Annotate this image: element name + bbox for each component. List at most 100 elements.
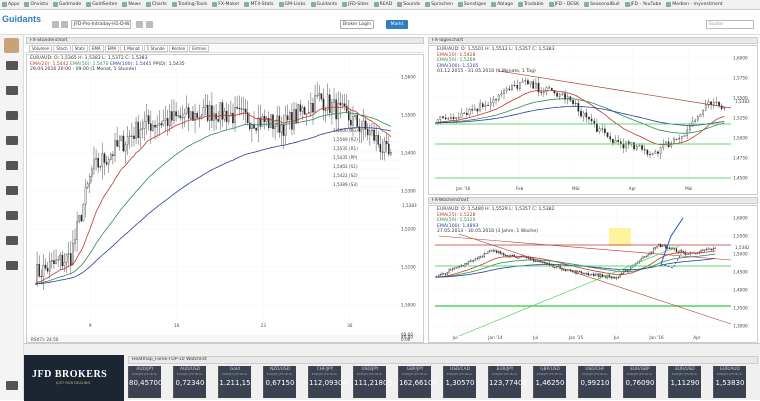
bookmark-item[interactable]: Sprachen — [425, 2, 453, 7]
list-icon[interactable] — [6, 186, 18, 195]
candle-body — [607, 275, 609, 278]
home-icon[interactable] — [52, 21, 59, 28]
toolbar-button[interactable]: EMA — [88, 45, 104, 52]
candle-body — [572, 100, 574, 104]
toolbar-button[interactable]: Kerzen — [168, 45, 189, 52]
candle-body — [471, 260, 473, 262]
ticker-tile[interactable]: USD/CHF EUR/JPY JFD Brok. 0,99210 — [578, 366, 611, 398]
folder-open-icon[interactable] — [6, 261, 18, 270]
candle-body — [554, 266, 556, 268]
candle-body — [686, 129, 689, 136]
candle-body — [485, 253, 487, 254]
bookmark-item[interactable]: News — [122, 2, 141, 7]
ticker-tile[interactable]: EUR/AUD EUR/JPY JFD Brok. 1,53830 — [713, 366, 746, 398]
candle-body — [651, 153, 654, 156]
candle-body — [501, 253, 503, 255]
globe-icon[interactable] — [6, 136, 18, 145]
toolbar-button[interactable]: Entries — [189, 45, 210, 52]
ticker-tile[interactable]: EUR/JPY EUR/JPY JFD Brok. 123,77400 — [488, 366, 527, 398]
bookmark-item[interactable]: SeasonalBull — [584, 2, 620, 7]
cart-icon[interactable] — [6, 111, 18, 120]
hourly-panel-title: FX-Stundenchart — [26, 37, 424, 44]
ticker-tile[interactable]: GBP/JPY EUR/JPY JFD Brok. 162,66100 — [398, 366, 437, 398]
bookmark-item[interactable]: Apps — [2, 2, 19, 7]
ticker-source: EUR/JPY JFD Brok. — [446, 372, 474, 376]
bookmark-icon — [145, 2, 151, 7]
search-input[interactable]: Suche — [706, 20, 754, 29]
candle-body — [48, 261, 51, 272]
add-icon[interactable] — [136, 21, 143, 28]
broker-login-button[interactable]: Broker Login — [340, 20, 374, 29]
back-icon[interactable] — [61, 21, 68, 28]
bookmark-item[interactable]: GoldSeiten — [86, 2, 117, 7]
ticker-tile[interactable]: AUD/JPY EUR/JPY JFD Brok. 80,45700 — [128, 366, 162, 398]
pivot-label: 1,5600 (R3) — [333, 128, 358, 133]
candle-body — [598, 273, 600, 278]
candle-body — [710, 101, 712, 105]
ticker-source: EUR/JPY JFD Brok. — [671, 372, 699, 376]
candle-body — [446, 272, 448, 275]
bookmark-item[interactable]: GM-Links — [278, 2, 306, 7]
candle-body — [663, 245, 665, 247]
ticker-tile[interactable]: USD/JPY EUR/JPY JFD Brok. 111,21800 — [353, 366, 392, 398]
hourly-chart[interactable]: 1,5600 1,5500 1,5400 1,5300 1,5200 1,5100 1,50… — [26, 54, 424, 343]
ticker-tile[interactable]: USD/CAD EUR/JPY JFD Brok. 1,30570 — [443, 366, 476, 398]
ticker-price: 1,30570 — [445, 379, 475, 387]
ticker-tile[interactable]: GBP/USD EUR/JPY JFD Brok. 1,46250 — [533, 366, 566, 398]
bookmark-item[interactable]: Ablage — [491, 2, 513, 7]
toolbar-button[interactable]: EMA — [104, 45, 120, 52]
bookmark-item[interactable]: Sonstiges — [457, 2, 486, 7]
bookmark-item[interactable]: FX-Maker — [212, 2, 239, 7]
toolbar-button[interactable]: 1 Monat — [120, 45, 143, 52]
workspace-select[interactable]: JFD-Pro-Intraday-H1-D-W — [71, 20, 131, 29]
bookmark-icon — [491, 2, 497, 7]
ticker-tile[interactable]: Gold EUR/JPY JFD Brok. 1.211,15 — [218, 366, 251, 398]
bookmark-item[interactable]: Godmode — [52, 2, 81, 7]
avatar[interactable] — [4, 38, 19, 53]
bookmark-item[interactable]: JFD-Sites — [342, 2, 369, 7]
ticker-tile[interactable]: NZD/USD EUR/JPY JFD Brok. 0,67150 — [263, 366, 296, 398]
bookmark-item[interactable]: Tradable — [518, 2, 544, 7]
ticker-tile[interactable]: EUR/USD EUR/JPY JFD Brok. 1,11290 — [668, 366, 701, 398]
candle-body — [638, 145, 641, 147]
bookmark-item[interactable]: JFD - YouTube — [624, 2, 661, 7]
bookmark-item[interactable]: JFD - DESK — [548, 2, 579, 7]
ticker-tile[interactable]: CHF/JPY EUR/JPY JFD Brok. 112,09300 — [308, 366, 347, 398]
bookmark-icon — [457, 2, 463, 7]
app-header: Guidants JFD-Pro-Intraday-H1-D-W Broker … — [0, 10, 760, 35]
candle-body — [647, 254, 649, 257]
bookmark-item[interactable]: MT4-Stats — [244, 2, 274, 7]
toolbar-button[interactable]: Stoch — [53, 45, 71, 52]
toolbar-button[interactable]: 1 Stunde — [143, 45, 168, 52]
bookmark-item[interactable]: Onvista — [24, 2, 48, 7]
candle-body — [466, 263, 468, 265]
bookmark-item[interactable]: Trading-Tools — [171, 2, 207, 7]
toolbar-button[interactable]: Stats — [71, 45, 88, 52]
candle-body — [561, 268, 563, 270]
bookmark-item[interactable]: Charts — [145, 2, 167, 7]
folder-icon[interactable] — [6, 236, 18, 245]
candle-body — [249, 122, 251, 130]
toolbar-button[interactable]: Volumen — [29, 45, 53, 52]
help-icon[interactable] — [6, 381, 18, 390]
news-icon[interactable] — [6, 161, 18, 170]
candle-body — [181, 117, 184, 119]
candle-body — [51, 260, 53, 262]
candle-body — [681, 136, 683, 139]
candle-body — [354, 114, 356, 117]
person-icon[interactable] — [6, 86, 18, 95]
trend-channel-line — [458, 233, 732, 325]
bell-icon[interactable] — [6, 211, 18, 220]
market-button[interactable]: Markt — [386, 20, 408, 29]
ticker-price: 162,66100 — [399, 379, 437, 387]
desktop-icon[interactable] — [6, 61, 18, 70]
bookmark-item[interactable]: READ — [373, 2, 392, 7]
candle-body — [164, 118, 167, 121]
ticker-tile[interactable]: EUR/GBP EUR/JPY JFD Brok. 0,76090 — [623, 366, 656, 398]
layout-icon[interactable] — [146, 21, 153, 28]
ticker-tile[interactable]: AUD/USD EUR/JPY JFD Brok. 0,72340 — [173, 366, 206, 398]
bookmark-item[interactable]: Medien - myvestment — [666, 2, 723, 7]
bookmark-item[interactable]: Sounds — [397, 2, 420, 7]
guidants-logo[interactable]: Guidants — [2, 14, 41, 24]
bookmark-item[interactable]: Guidants — [310, 2, 337, 7]
